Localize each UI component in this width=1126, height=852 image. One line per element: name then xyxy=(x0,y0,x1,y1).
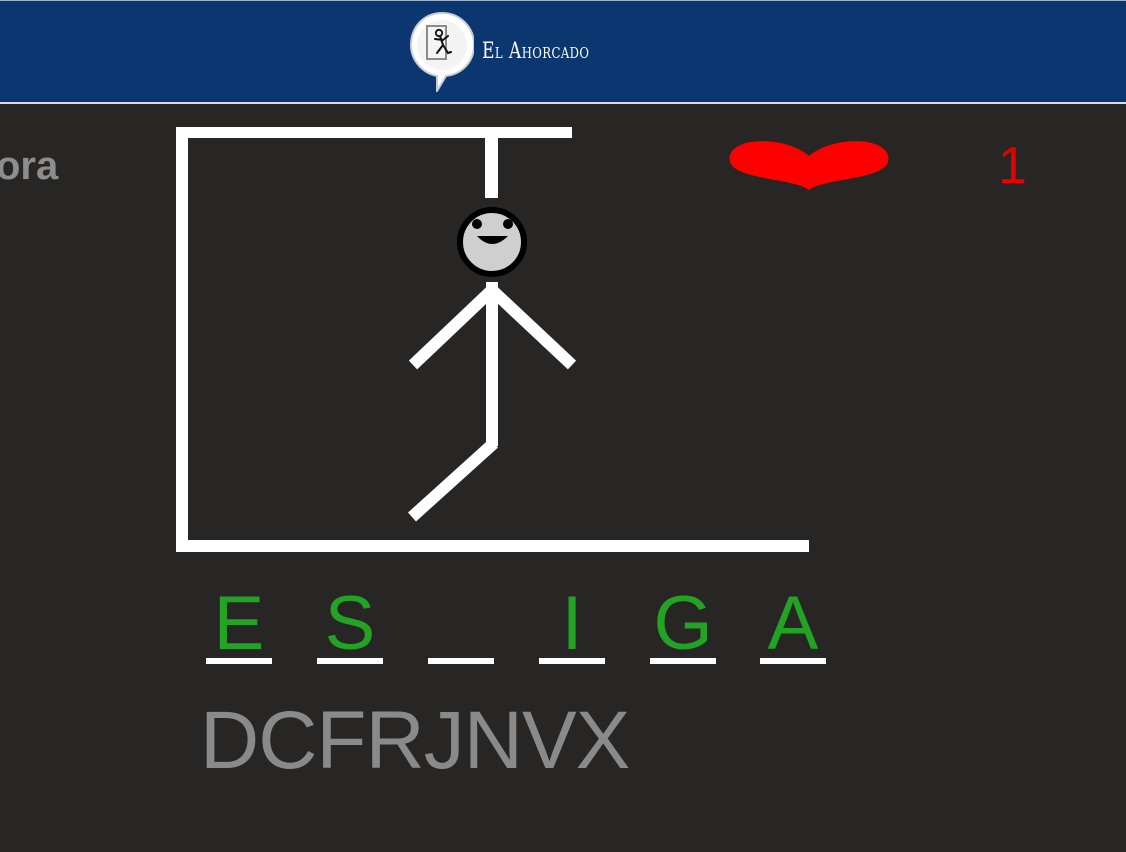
hangman-right-eye xyxy=(503,219,513,229)
slot-underline xyxy=(539,658,605,664)
letter-slot xyxy=(428,586,494,666)
letter-slot: A xyxy=(760,586,826,666)
hangman-figure xyxy=(407,207,577,522)
slot-underline xyxy=(650,658,716,664)
slot-underline xyxy=(428,658,494,664)
hangman-right-arm xyxy=(487,285,577,370)
gallows-base xyxy=(176,540,809,552)
letter-slot: S xyxy=(317,586,383,666)
hangman-left-leg xyxy=(407,438,499,522)
slot-letter: G xyxy=(653,581,713,666)
heart-icon xyxy=(728,138,890,199)
slot-underline xyxy=(206,658,272,664)
gallows-rope xyxy=(485,136,498,198)
slot-underline xyxy=(760,658,826,664)
hangman-left-arm xyxy=(408,285,497,370)
gallows-top-beam xyxy=(176,127,572,138)
slot-letter: E xyxy=(213,581,265,666)
hangman-left-eye xyxy=(472,219,482,229)
letter-slot: E xyxy=(206,586,272,666)
slot-letter: S xyxy=(324,581,376,666)
missed-letters: DCFRJNVX xyxy=(200,695,630,786)
slot-underline xyxy=(317,658,383,664)
gallows-post xyxy=(176,127,188,552)
letter-slot: I xyxy=(539,586,605,666)
slot-letter: A xyxy=(767,581,819,666)
lives-count: 1 xyxy=(998,137,1027,195)
slot-letter: I xyxy=(561,581,583,666)
hangman-body xyxy=(486,282,498,446)
letter-slot: G xyxy=(650,586,716,666)
